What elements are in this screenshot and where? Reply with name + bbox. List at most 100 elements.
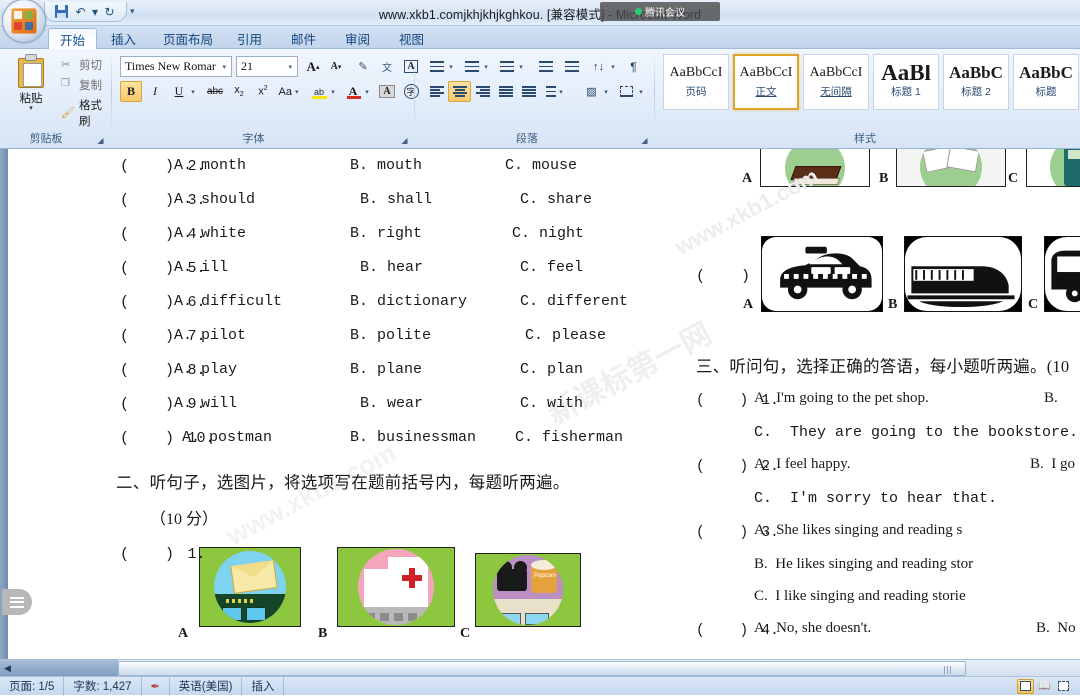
borders-dropdown-icon[interactable]: ▾ (636, 81, 646, 102)
status-insert-mode[interactable]: 插入 (242, 676, 285, 696)
paste-button[interactable]: 粘贴 ▾ (8, 54, 54, 122)
option-image-b-row5[interactable] (904, 236, 1022, 312)
align-left-button[interactable] (425, 81, 448, 102)
status-page[interactable]: 页面: 1/5 (0, 676, 65, 696)
option-image-a-row5[interactable] (761, 236, 883, 312)
undo-icon[interactable]: ↶ (72, 4, 89, 20)
bold-button[interactable]: B (120, 81, 142, 102)
save-icon[interactable] (53, 4, 70, 20)
multilevel-dropdown-icon[interactable]: ▾ (516, 56, 526, 77)
document-page[interactable]: www.xkb1.com 新课标第一网 www.xkb1.com ( ) 2. … (8, 149, 1080, 659)
copy-button[interactable]: ❐ 复制 (58, 76, 105, 94)
office-button[interactable] (2, 0, 46, 43)
multilevel-list-button[interactable] (495, 56, 518, 77)
clear-formatting-button[interactable]: ✎ (352, 56, 374, 77)
sort-button[interactable]: ↑↓ (587, 56, 610, 77)
chevron-down-icon[interactable]: ▾ (219, 63, 229, 71)
chevron-down-icon[interactable]: ▾ (285, 63, 295, 71)
style-item-1[interactable]: AaBbCcI 正文 (733, 54, 799, 110)
spellcheck-icon[interactable]: ✒ (142, 676, 170, 696)
align-right-button[interactable] (471, 81, 494, 102)
style-item-2[interactable]: AaBbCcI 无间隔 (803, 54, 869, 110)
clipboard-dialog-launcher[interactable]: ◢ (96, 136, 105, 145)
tab-start[interactable]: 开始 (48, 28, 98, 50)
tab-references[interactable]: 引用 (226, 28, 273, 49)
underline-dropdown-icon[interactable]: ▾ (188, 81, 198, 102)
scrollbar-track-left[interactable]: ◀ (0, 660, 118, 677)
phonetic-guide-button[interactable]: 文 (376, 56, 398, 77)
bullets-button[interactable] (425, 56, 448, 77)
align-center-button[interactable] (448, 81, 471, 102)
paste-dropdown-icon[interactable]: ▾ (29, 105, 33, 112)
grow-font-button[interactable]: A ▴ (302, 56, 324, 77)
font-color-button[interactable]: A (342, 81, 364, 102)
status-word-count[interactable]: 字数: 1,427 (64, 676, 142, 696)
character-shading-button[interactable]: A (376, 81, 398, 102)
option-image-a-row4[interactable] (760, 149, 870, 187)
scrollbar-thumb[interactable] (118, 661, 966, 676)
style-item-0[interactable]: AaBbCcI 页码 (663, 54, 729, 110)
sort-dropdown-icon[interactable]: ▾ (608, 56, 618, 77)
option-image-c-row5[interactable] (1044, 236, 1080, 312)
font-name-combo[interactable]: Times New Romar ▾ (120, 56, 232, 77)
line-spacing-button[interactable]: ▾ (542, 81, 570, 102)
italic-button[interactable]: I (144, 81, 166, 102)
numbering-dropdown-icon[interactable]: ▾ (481, 56, 491, 77)
redo-icon[interactable]: ↻ (101, 4, 118, 20)
tab-review[interactable]: 审阅 (334, 28, 381, 49)
font-size-combo[interactable]: 21 ▾ (236, 56, 298, 77)
style-item-4[interactable]: AaBbC 标题 2 (943, 54, 1009, 110)
choice-b: B. shall (360, 191, 433, 208)
tab-mailings[interactable]: 邮件 (280, 28, 327, 49)
tab-insert[interactable]: 插入 (100, 28, 147, 49)
font-dialog-launcher[interactable]: ◢ (400, 136, 409, 145)
choice-b: B. plane (350, 361, 423, 378)
decrease-indent-button[interactable] (534, 56, 557, 77)
undo-dropdown-icon[interactable]: ▾ (91, 4, 99, 20)
increase-indent-button[interactable] (560, 56, 583, 77)
web-layout-view-button[interactable] (1055, 679, 1072, 694)
shading-button[interactable]: ▨ (580, 81, 603, 102)
navigation-pane-toggle[interactable] (2, 589, 32, 615)
shrink-font-button[interactable]: A ▾ (325, 56, 347, 77)
style-preview: AaBl (881, 65, 931, 81)
status-language[interactable]: 英语(美国) (170, 676, 243, 696)
option-image-b[interactable] (337, 547, 455, 627)
option-image-c-row4[interactable] (1026, 149, 1080, 187)
justify-button[interactable] (494, 81, 517, 102)
print-layout-view-button[interactable] (1017, 678, 1034, 694)
strikethrough-button[interactable]: abc (204, 81, 226, 102)
option-image-c[interactable]: Popcorn (475, 553, 581, 627)
book-icon (785, 149, 845, 186)
style-item-3[interactable]: AaBl 标题 1 (873, 54, 939, 110)
numbering-button[interactable] (460, 56, 483, 77)
ribbon: 粘贴 ▾ ✂ 剪切 ❐ 复制 🖌 格式刷 剪贴板 ◢ Times New Rom… (0, 49, 1080, 149)
paragraph-dialog-launcher[interactable]: ◢ (640, 136, 649, 145)
option-letter-c-row5: C (1028, 297, 1039, 312)
option-image-b-row4[interactable] (896, 149, 1006, 187)
tab-view[interactable]: 视图 (388, 28, 435, 49)
distribute-button[interactable] (517, 81, 540, 102)
highlight-dropdown-icon[interactable]: ▾ (328, 81, 338, 102)
subscript-button[interactable]: x2 (228, 81, 250, 102)
format-painter-button[interactable]: 🖌 格式刷 (58, 96, 112, 130)
bullets-dropdown-icon[interactable]: ▾ (446, 56, 456, 77)
tab-page-layout[interactable]: 页面布局 (152, 28, 224, 49)
show-marks-button[interactable]: ¶ (622, 56, 645, 77)
style-item-5[interactable]: AaBbC 标题 (1013, 54, 1079, 110)
answer-b: B. (1044, 390, 1058, 406)
text-highlight-button[interactable]: ab (308, 81, 330, 102)
option-image-a[interactable] (199, 547, 301, 627)
change-case-button[interactable]: Aa ▾ (276, 81, 304, 102)
underline-button[interactable]: U (168, 81, 190, 102)
borders-button[interactable] (615, 81, 638, 102)
customize-qat-icon[interactable]: ▾ (130, 6, 135, 17)
quick-access-toolbar[interactable]: ↶ ▾ ↻ (44, 2, 127, 22)
font-color-dropdown-icon[interactable]: ▾ (362, 81, 372, 102)
full-screen-reading-view-button[interactable]: 📖 (1036, 679, 1053, 694)
scroll-left-icon[interactable]: ◀ (4, 663, 11, 674)
cut-button[interactable]: ✂ 剪切 (58, 56, 105, 74)
superscript-button[interactable]: x2 (252, 81, 274, 102)
shading-dropdown-icon[interactable]: ▾ (601, 81, 611, 102)
horizontal-scrollbar[interactable]: ◀ (0, 659, 1080, 677)
